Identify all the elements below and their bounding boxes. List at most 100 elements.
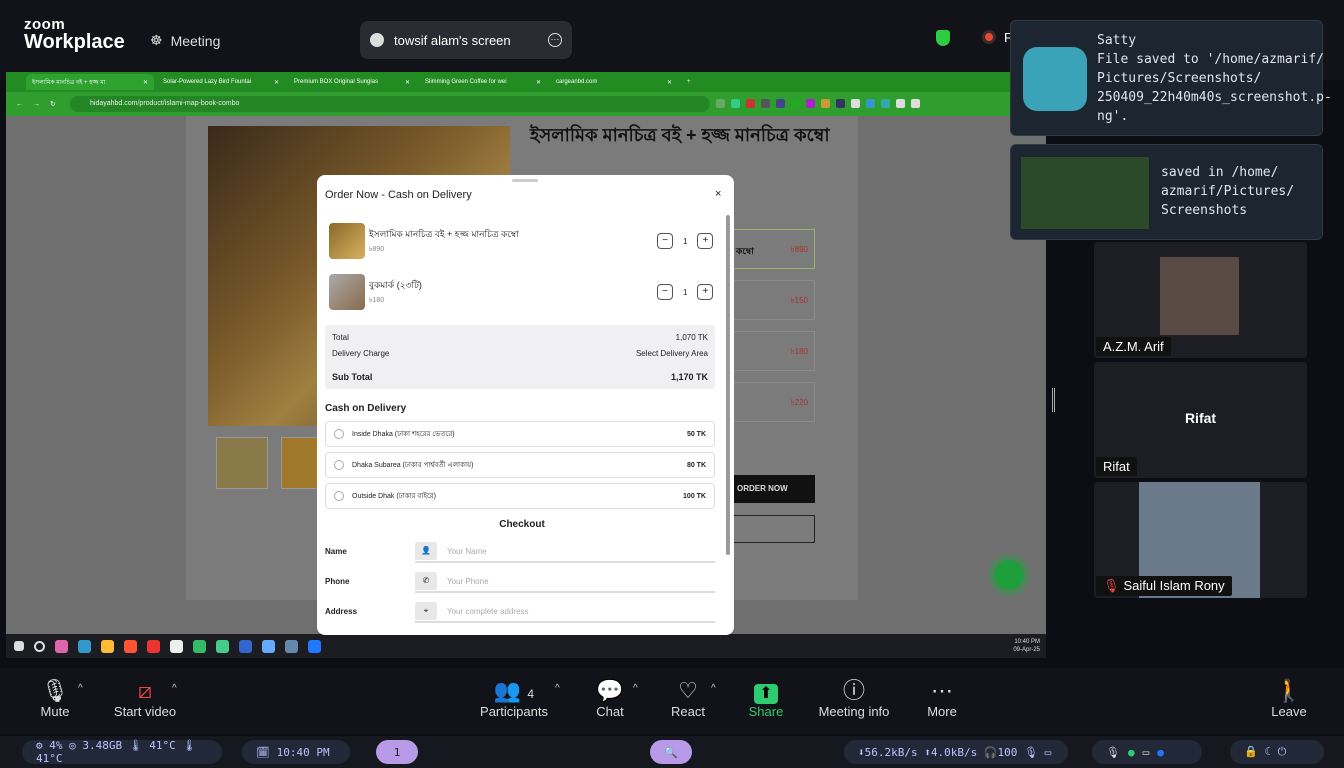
minus-button[interactable]: − <box>657 233 673 249</box>
close-icon[interactable]: × <box>715 188 721 200</box>
minus-button[interactable]: − <box>657 284 673 300</box>
extension-icon[interactable] <box>911 99 920 108</box>
browser-tab[interactable]: Slimming Green Coffee for wei ✕ <box>419 74 547 90</box>
phone-input[interactable]: ✆ Your Phone <box>415 571 715 593</box>
app-icon[interactable] <box>285 639 298 653</box>
delivery-option[interactable]: Dhaka Subarea (ঢাকার পার্শ্ববর্তী এলাকায… <box>325 452 715 478</box>
thumbnail[interactable] <box>216 437 268 489</box>
app-icon[interactable] <box>193 639 206 653</box>
order-now-button[interactable]: ORDER NOW <box>733 475 815 503</box>
leave-button[interactable]: 🚶 Leave <box>1244 678 1334 719</box>
more-button[interactable]: ⋯ More <box>897 678 987 719</box>
browser-tab[interactable]: Solar-Powered Lazy Bird Fountai ✕ <box>157 74 285 90</box>
chrome-icon[interactable] <box>216 639 229 653</box>
radio[interactable] <box>334 491 344 501</box>
name-input[interactable]: 👤 Your Name <box>415 541 715 563</box>
extension-icon[interactable] <box>881 99 890 108</box>
variant-option[interactable]: ৳180 <box>733 331 815 371</box>
workspace-indicator[interactable]: 1 <box>376 740 418 764</box>
brave-icon[interactable] <box>124 639 137 653</box>
radio[interactable] <box>334 429 344 439</box>
drag-handle[interactable] <box>512 179 538 182</box>
window-icon[interactable]: ▭ <box>1143 746 1150 759</box>
extension-icon[interactable] <box>866 99 875 108</box>
browser-tab[interactable]: Premium BOX Original Sunglas ✕ <box>288 74 416 90</box>
opera-icon[interactable] <box>147 639 160 653</box>
variant-option[interactable]: ৳150 <box>733 280 815 320</box>
react-button[interactable]: ♡ React <box>643 678 733 719</box>
app-icon[interactable] <box>78 639 91 653</box>
meeting-menu[interactable]: ☸ Meeting <box>150 32 220 49</box>
close-icon[interactable]: ✕ <box>667 79 672 86</box>
variant-option[interactable]: ৳220 <box>733 382 815 422</box>
participant-tile[interactable]: 🎙 Saiful Islam Rony <box>1094 482 1307 598</box>
microphone-icon[interactable]: 🎙 <box>1106 746 1120 759</box>
extension-icon[interactable] <box>731 99 740 108</box>
back-icon[interactable]: ← <box>16 101 23 108</box>
browser-tab[interactable]: cargeanbd.com ✕ <box>550 74 678 90</box>
search-icon[interactable]: 🔍 <box>650 740 692 764</box>
satty-notification[interactable]: Satty File saved to '/home/azmarif/Pictur… <box>1010 20 1332 136</box>
share-button[interactable]: ⬆ Share <box>721 678 811 719</box>
forward-icon[interactable]: → <box>33 101 40 108</box>
app-icon[interactable] <box>239 639 252 653</box>
folder-icon[interactable] <box>101 639 114 653</box>
chat-button[interactable]: 💬 Chat <box>565 678 655 719</box>
address-input[interactable]: ⌖ Your complete address <box>415 601 715 623</box>
chevron-up-icon[interactable]: ^ <box>78 683 83 694</box>
extension-icon[interactable] <box>821 99 830 108</box>
extension-icon[interactable] <box>896 99 905 108</box>
chevron-up-icon[interactable]: ^ <box>555 683 560 694</box>
app-icon[interactable] <box>262 639 275 653</box>
participant-tile[interactable]: Rifat Rifat <box>1094 362 1307 478</box>
radio[interactable] <box>334 460 344 470</box>
extension-icon[interactable] <box>776 99 785 108</box>
plus-button[interactable]: + <box>697 233 714 249</box>
add-to-cart-button[interactable] <box>733 515 815 543</box>
participants-button[interactable]: 👥 4 Participants <box>469 678 559 719</box>
chevron-up-icon[interactable]: ^ <box>711 683 716 694</box>
app-icon[interactable] <box>55 639 68 653</box>
chevron-up-icon[interactable]: ^ <box>633 683 638 694</box>
extension-icon[interactable] <box>851 99 860 108</box>
delivery-option[interactable]: Inside Dhaka (ঢাকা শহরের ভেতরে) 50 TK <box>325 421 715 447</box>
url-bar[interactable]: hidayahbd.com/product/islami-map-book-co… <box>70 96 710 112</box>
chevron-up-icon[interactable]: ^ <box>172 683 177 694</box>
participant-tile[interactable]: A.Z.M. Arif <box>1094 242 1307 358</box>
item-name: ইসলামিক মানচিত্র বই + হজ্জ মানচিত্র কম্ব… <box>369 229 519 239</box>
extension-icon[interactable] <box>806 99 815 108</box>
screenshot-notification[interactable]: saved in /home/azmarif/Pictures/Screensh… <box>1010 144 1323 240</box>
extension-icon[interactable] <box>836 99 845 108</box>
recording-icon[interactable] <box>982 30 996 44</box>
network-stats: ⬇56.2kB/s ⬆4.0kB/s 🎧100 🎙 ▭ <box>844 740 1068 764</box>
close-icon[interactable]: ✕ <box>274 79 279 86</box>
extension-icon[interactable] <box>716 99 725 108</box>
mute-button[interactable]: 🎙 Mute <box>10 678 100 719</box>
extension-icon[interactable] <box>761 99 770 108</box>
meeting-info-button[interactable]: ⓘ Meeting info <box>809 678 899 719</box>
panel-resize-handle[interactable] <box>1052 388 1055 412</box>
extension-icon[interactable] <box>791 99 800 108</box>
whatsapp-icon[interactable] <box>994 560 1024 590</box>
plus-button[interactable]: + <box>697 284 714 300</box>
order-summary: Total 1,070 TK Delivery Charge Select Deli… <box>325 325 715 389</box>
whatsapp-icon[interactable]: ● <box>1128 746 1135 759</box>
close-icon[interactable]: ✕ <box>536 79 541 86</box>
start-icon[interactable] <box>14 641 24 651</box>
delivery-option[interactable]: Outside Dhak (ঢাকার বাইরে) 100 TK <box>325 483 715 509</box>
extension-icon[interactable] <box>746 99 755 108</box>
zoom-tray-icon[interactable]: ● <box>1157 746 1164 759</box>
reload-icon[interactable]: ↻ <box>50 100 56 108</box>
browser-tab[interactable]: ইসলামিক মানচিত্র বই + হজ্জ মা ✕ <box>26 74 154 90</box>
share-view-pill[interactable]: towsif alam's screen ··· <box>360 21 572 59</box>
power-controls[interactable]: 🔒 ☾ ⏻ <box>1230 740 1324 764</box>
app-icon[interactable] <box>170 639 183 653</box>
zoom-app-icon[interactable] <box>308 639 321 653</box>
security-shield-icon[interactable] <box>936 30 950 46</box>
scrollbar[interactable] <box>726 215 730 555</box>
close-icon[interactable]: ✕ <box>405 79 410 86</box>
search-icon[interactable] <box>34 640 45 652</box>
new-tab-icon[interactable]: + <box>681 74 701 90</box>
close-icon[interactable]: ✕ <box>143 79 148 86</box>
more-options-icon[interactable]: ··· <box>548 33 562 47</box>
